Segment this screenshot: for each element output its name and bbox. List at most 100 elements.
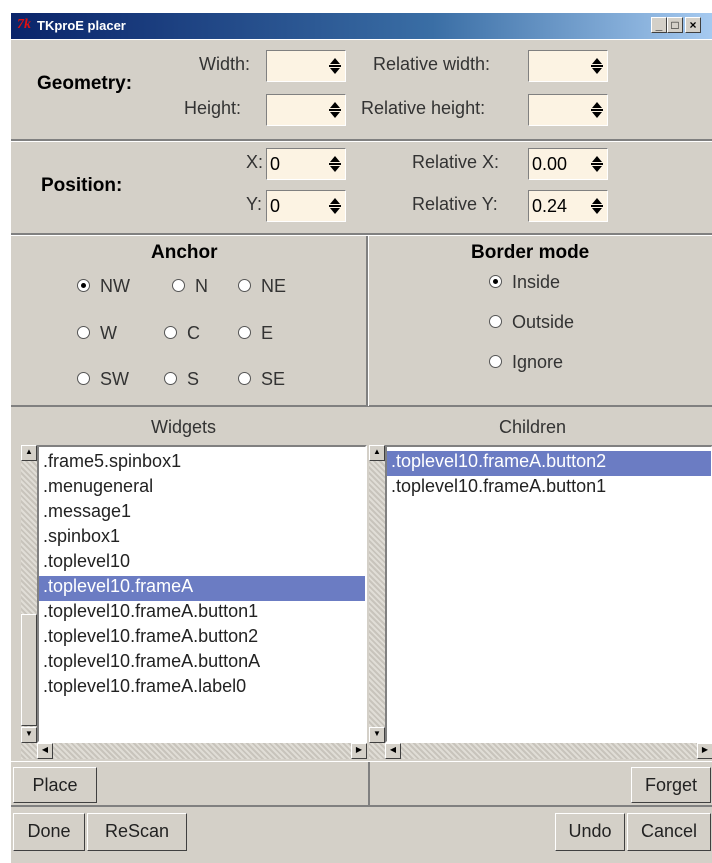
- children-horizontal-scrollbar[interactable]: ◀ ▶: [369, 743, 712, 759]
- border-outside-label: Outside: [512, 312, 575, 332]
- anchor-heading: Anchor: [151, 242, 218, 263]
- title-bar[interactable]: 7k TKproE placer _ □ ×: [11, 13, 712, 39]
- anchor-n-radio[interactable]: N: [172, 276, 208, 297]
- relative-width-label: Relative width:: [373, 54, 491, 74]
- radio-selected-icon: [77, 279, 90, 292]
- list-item[interactable]: .toplevel10.frameA.button2: [39, 626, 365, 651]
- anchor-sw-label: SW: [100, 369, 129, 389]
- spin-arrows-icon[interactable]: [590, 196, 604, 216]
- relative-height-label: Relative height:: [361, 98, 486, 118]
- radio-icon: [164, 326, 177, 339]
- list-item[interactable]: .toplevel10.frameA.buttonA: [39, 651, 365, 676]
- spin-arrows-icon[interactable]: [590, 100, 604, 120]
- scroll-right-arrow-icon[interactable]: ▶: [697, 743, 712, 759]
- x-label: X:: [246, 152, 264, 172]
- radio-icon: [238, 326, 251, 339]
- border-ignore-radio[interactable]: Ignore: [489, 352, 563, 373]
- divider: [368, 762, 370, 806]
- anchor-c-label: C: [187, 323, 200, 343]
- relative-x-value: 0.00: [532, 154, 568, 174]
- radio-icon: [77, 372, 90, 385]
- radio-icon: [489, 315, 502, 328]
- place-button[interactable]: Place: [13, 767, 97, 803]
- relative-y-value: 0.24: [532, 196, 568, 216]
- children-vertical-scrollbar[interactable]: ▲ ▼: [369, 445, 385, 743]
- scroll-left-arrow-icon[interactable]: ◀: [37, 743, 53, 759]
- anchor-s-radio[interactable]: S: [164, 369, 199, 390]
- spin-arrows-icon[interactable]: [328, 154, 342, 174]
- y-value: 0: [270, 196, 281, 216]
- done-button[interactable]: Done: [13, 813, 85, 851]
- widgets-vertical-scrollbar[interactable]: ▲ ▼: [21, 445, 37, 743]
- spin-arrows-icon[interactable]: [590, 154, 604, 174]
- anchor-se-radio[interactable]: SE: [238, 369, 285, 390]
- spin-arrows-icon[interactable]: [328, 196, 342, 216]
- scroll-thumb[interactable]: [21, 614, 37, 726]
- anchor-ne-radio[interactable]: NE: [238, 276, 286, 297]
- children-listbox[interactable]: .toplevel10.frameA.button2 .toplevel10.f…: [385, 445, 712, 743]
- placer-window: 7k TKproE placer _ □ × Geometry: Width: …: [10, 12, 712, 863]
- anchor-se-label: SE: [261, 369, 286, 389]
- list-item-selected[interactable]: .toplevel10.frameA.button2: [387, 451, 711, 476]
- scroll-right-arrow-icon[interactable]: ▶: [351, 743, 367, 759]
- spin-arrows-icon[interactable]: [328, 100, 342, 120]
- relative-x-spinbox[interactable]: 0.00: [528, 148, 608, 180]
- list-item[interactable]: .frame5.spinbox1: [39, 451, 365, 476]
- border-outside-radio[interactable]: Outside: [489, 312, 574, 333]
- anchor-w-radio[interactable]: W: [77, 323, 117, 344]
- scroll-down-arrow-icon[interactable]: ▼: [369, 727, 385, 743]
- anchor-s-label: S: [187, 369, 200, 389]
- list-item[interactable]: .toplevel10.frameA.label0: [39, 676, 365, 701]
- anchor-nw-radio[interactable]: NW: [77, 276, 130, 297]
- relative-y-spinbox[interactable]: 0.24: [528, 190, 608, 222]
- anchor-border-section: Anchor NW N NE W C E SW S SE Border mode…: [11, 235, 712, 407]
- close-button[interactable]: ×: [685, 17, 701, 33]
- position-heading: Position:: [41, 175, 123, 196]
- scroll-left-arrow-icon[interactable]: ◀: [385, 743, 401, 759]
- relative-width-spinbox[interactable]: [528, 50, 608, 82]
- y-spinbox[interactable]: 0: [266, 190, 346, 222]
- anchor-c-radio[interactable]: C: [164, 323, 200, 344]
- minimize-button[interactable]: _: [651, 17, 667, 33]
- y-label: Y:: [246, 194, 263, 214]
- radio-icon: [238, 279, 251, 292]
- maximize-button[interactable]: □: [667, 17, 683, 33]
- anchor-e-radio[interactable]: E: [238, 323, 273, 344]
- width-spinbox[interactable]: [266, 50, 346, 82]
- scroll-down-arrow-icon[interactable]: ▼: [21, 727, 37, 743]
- list-item[interactable]: .toplevel10.frameA.button1: [387, 476, 711, 501]
- anchor-sw-radio[interactable]: SW: [77, 369, 129, 390]
- border-inside-radio[interactable]: Inside: [489, 272, 560, 293]
- height-spinbox[interactable]: [266, 94, 346, 126]
- widgets-heading: Widgets: [151, 417, 217, 437]
- scroll-up-arrow-icon[interactable]: ▲: [21, 445, 37, 461]
- geometry-heading: Geometry:: [37, 73, 133, 94]
- geometry-section: Geometry: Width: Height: Relative width:…: [11, 39, 712, 141]
- spin-arrows-icon[interactable]: [328, 56, 342, 76]
- border-mode-heading: Border mode: [471, 242, 590, 263]
- undo-button[interactable]: Undo: [555, 813, 625, 851]
- widgets-listbox[interactable]: .frame5.spinbox1 .menugeneral .message1 …: [37, 445, 367, 743]
- forget-button[interactable]: Forget: [631, 767, 711, 803]
- border-ignore-label: Ignore: [512, 352, 564, 372]
- cancel-button[interactable]: Cancel: [627, 813, 711, 851]
- list-item[interactable]: .menugeneral: [39, 476, 365, 501]
- scroll-up-arrow-icon[interactable]: ▲: [369, 445, 385, 461]
- list-item[interactable]: .toplevel10: [39, 551, 365, 576]
- window-title: TKproE placer: [37, 18, 126, 33]
- widgets-horizontal-scrollbar[interactable]: ◀ ▶: [21, 743, 367, 759]
- radio-icon: [238, 372, 251, 385]
- list-item-selected[interactable]: .toplevel10.frameA: [39, 576, 365, 601]
- anchor-nw-label: NW: [100, 276, 130, 296]
- rescan-button[interactable]: ReScan: [87, 813, 187, 851]
- anchor-w-label: W: [100, 323, 117, 343]
- spin-arrows-icon[interactable]: [590, 56, 604, 76]
- radio-icon: [489, 355, 502, 368]
- relative-height-spinbox[interactable]: [528, 94, 608, 126]
- border-inside-label: Inside: [512, 272, 561, 292]
- list-item[interactable]: .toplevel10.frameA.button1: [39, 601, 365, 626]
- list-item[interactable]: .spinbox1: [39, 526, 365, 551]
- list-item[interactable]: .message1: [39, 501, 365, 526]
- x-spinbox[interactable]: 0: [266, 148, 346, 180]
- anchor-e-label: E: [261, 323, 274, 343]
